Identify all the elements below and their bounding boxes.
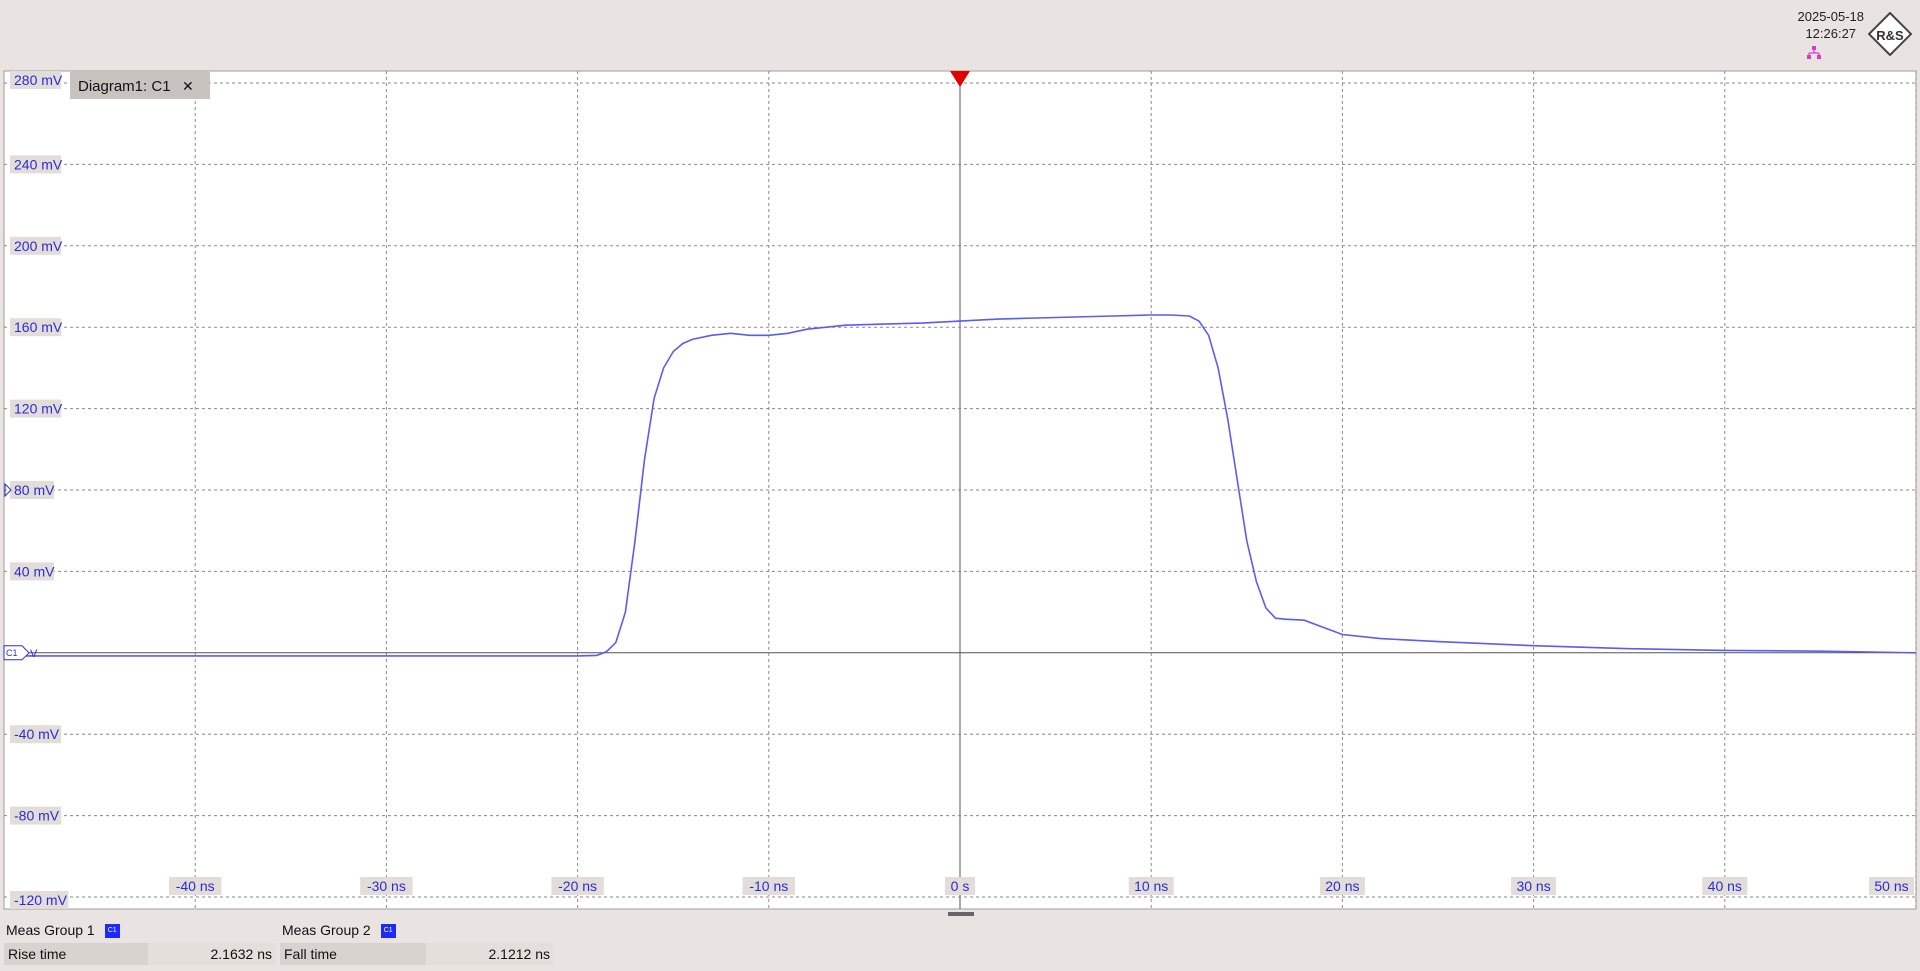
date-text: 2025-05-18	[1797, 9, 1865, 24]
time-text: 12:26:27	[1805, 26, 1857, 41]
x-tick-label: 20 ns	[1325, 878, 1359, 894]
channel-offset-marker[interactable]: C1 V	[3, 645, 38, 661]
x-tick-label: -40 ns	[176, 878, 215, 894]
measurement-panel: Meas Group 1 C1 Rise time 2.1632 ns Meas …	[0, 918, 1920, 971]
meas-group-2-row[interactable]: Fall time 2.1212 ns	[280, 943, 554, 965]
meas-value: 2.1632 ns	[148, 943, 276, 965]
top-toolbar: 2025-05-18 12:26:27 R&S	[0, 0, 1920, 69]
meas-group-1-row[interactable]: Rise time 2.1632 ns	[4, 943, 276, 965]
meas-label: Fall time	[280, 943, 426, 965]
x-tick-label: 50 ns	[1874, 878, 1908, 894]
diagram-tab[interactable]: Diagram1: C1 ✕	[70, 71, 210, 99]
meas-group-1-title: Meas Group 1	[6, 922, 95, 938]
logo-text: R&S	[1876, 28, 1904, 43]
datetime-display: 2025-05-18 12:26:27	[1798, 8, 1865, 42]
meas-value: 2.1212 ns	[426, 943, 554, 965]
y-tick-label: 40 mV	[14, 563, 55, 579]
y-tick-label: -40 mV	[14, 726, 60, 742]
x-tick-label: -30 ns	[367, 878, 406, 894]
y-tick-label: 120 mV	[14, 401, 63, 417]
y-tick-label: 240 mV	[14, 156, 63, 172]
x-tick-label: 10 ns	[1134, 878, 1168, 894]
channel-badge: C1	[380, 924, 396, 939]
meas-group-2-title: Meas Group 2	[282, 922, 371, 938]
meas-group-1-header[interactable]: Meas Group 1 C1	[6, 922, 120, 939]
meas-label: Rise time	[4, 943, 148, 965]
x-tick-label: 30 ns	[1516, 878, 1550, 894]
meas-group-2-header[interactable]: Meas Group 2 C1	[282, 922, 396, 939]
y-tick-label: -80 mV	[14, 808, 60, 824]
y-tick-label: 200 mV	[14, 238, 63, 254]
y-tick-label: 280 mV	[14, 72, 63, 88]
x-tick-label: 0 s	[951, 878, 970, 894]
x-tick-label: -10 ns	[749, 878, 788, 894]
y-tick-label: 80 mV	[14, 482, 55, 498]
channel-marker-label: C1	[6, 648, 18, 658]
diagram-tab-label: Diagram1: C1	[78, 78, 171, 95]
x-tick-label: -20 ns	[558, 878, 597, 894]
splitter-handle[interactable]	[948, 912, 974, 916]
channel-marker-unit: V	[30, 648, 38, 660]
oscilloscope-diagram[interactable]: 280 mV 240 mV 200 mV 160 mV 120 mV 80 mV 40 mV…	[0, 69, 1920, 910]
y-tick-label: 160 mV	[14, 319, 63, 335]
channel-badge: C1	[104, 924, 120, 939]
x-tick-label: 40 ns	[1708, 878, 1742, 894]
rs-logo-icon: R&S	[1868, 12, 1912, 56]
y-tick-label: -120 mV	[14, 892, 68, 908]
close-icon[interactable]: ✕	[182, 79, 194, 95]
network-icon	[1807, 46, 1821, 59]
